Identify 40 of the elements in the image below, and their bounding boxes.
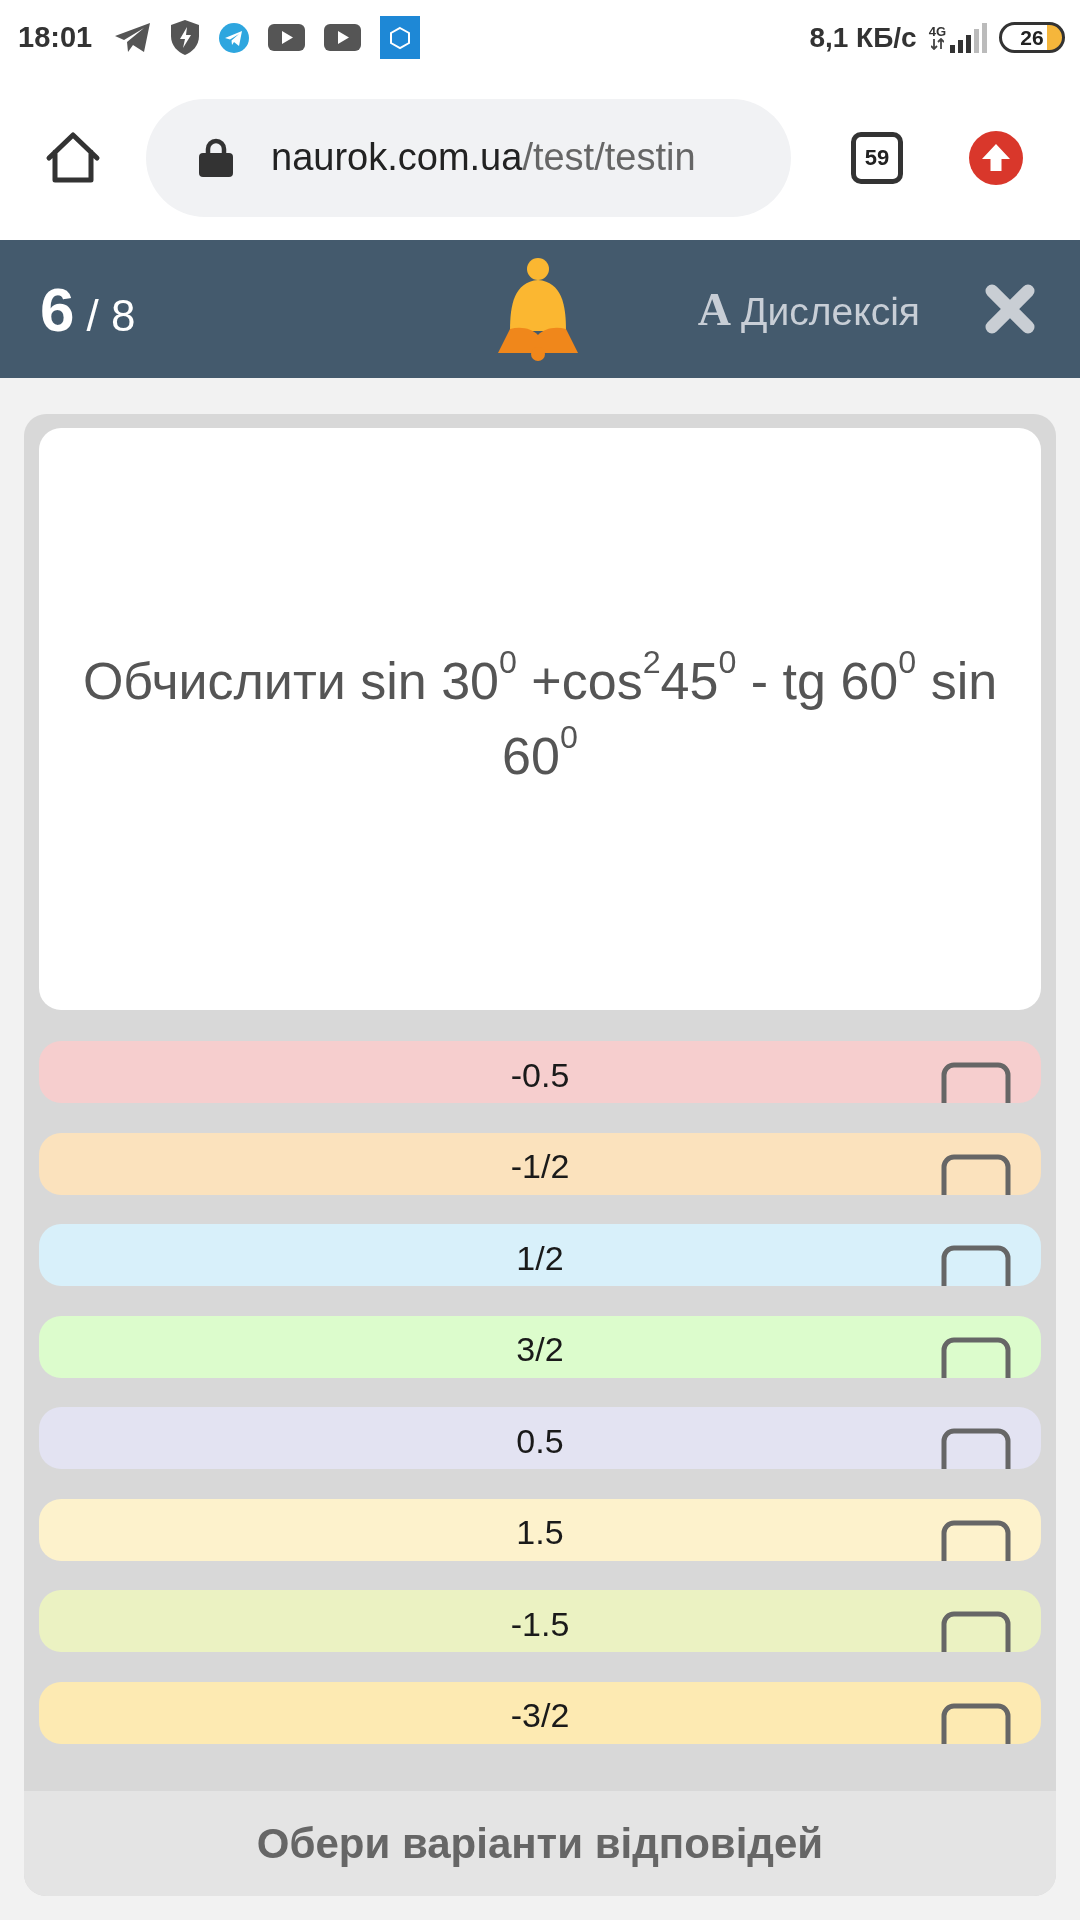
checkbox[interactable] [941, 1336, 1011, 1378]
checkbox[interactable] [941, 1245, 1011, 1286]
upload-icon[interactable] [969, 130, 1023, 185]
checkbox[interactable] [941, 1062, 1011, 1103]
close-icon[interactable] [984, 283, 1036, 335]
play-icon [268, 24, 306, 51]
lock-icon [199, 138, 233, 177]
dyslexia-font-button[interactable]: A Дислексія [697, 274, 920, 344]
answer-option[interactable]: -0.5 [39, 1041, 1041, 1103]
battery-level-text: 26 [1020, 27, 1044, 48]
network-speed-text: 8,1 КБ/с [809, 20, 917, 55]
answer-option[interactable]: -1/2 [39, 1132, 1041, 1195]
paper-plane-icon [114, 21, 152, 54]
shield-bolt-icon [170, 19, 201, 56]
hexagon-tile-icon [380, 16, 421, 59]
instruction-text: Обери варіанти відповідей [256, 1818, 824, 1869]
url-text: naurok.com.ua/test/testin [271, 135, 696, 180]
paper-plane-circle-icon [219, 22, 250, 53]
play-icon [324, 24, 362, 51]
network-type-text: 4G [928, 25, 946, 38]
home-icon[interactable] [45, 131, 101, 184]
answer-option[interactable]: -1.5 [39, 1590, 1041, 1652]
url-field[interactable]: naurok.com.ua/test/testin [146, 98, 791, 217]
checkbox[interactable] [941, 1153, 1011, 1195]
checkbox[interactable] [941, 1519, 1011, 1561]
checkbox[interactable] [941, 1611, 1011, 1652]
checkbox[interactable] [941, 1428, 1011, 1469]
checkbox[interactable] [941, 1702, 1011, 1744]
answer-option[interactable]: 3/2 [39, 1315, 1041, 1378]
clock-time: 18:01 [18, 19, 93, 55]
tab-count-button[interactable]: 59 [851, 131, 903, 184]
answer-option[interactable]: 1.5 [39, 1498, 1041, 1561]
answer-option[interactable]: 0.5 [39, 1407, 1041, 1469]
answer-option[interactable]: -3/2 [39, 1681, 1041, 1744]
question-text: Обчислити sin 30$^{0}$ +cos$^{2}$45$^{0}$ - tg 60$^{0}$ sin 60$^{0}$ [81, 643, 999, 787]
signal-icon [950, 22, 987, 53]
bell-book-icon [496, 257, 580, 361]
answer-option[interactable]: 1/2 [39, 1224, 1041, 1286]
question-counter: 6 / 8 [40, 273, 136, 346]
data-arrows-icon [930, 38, 944, 50]
